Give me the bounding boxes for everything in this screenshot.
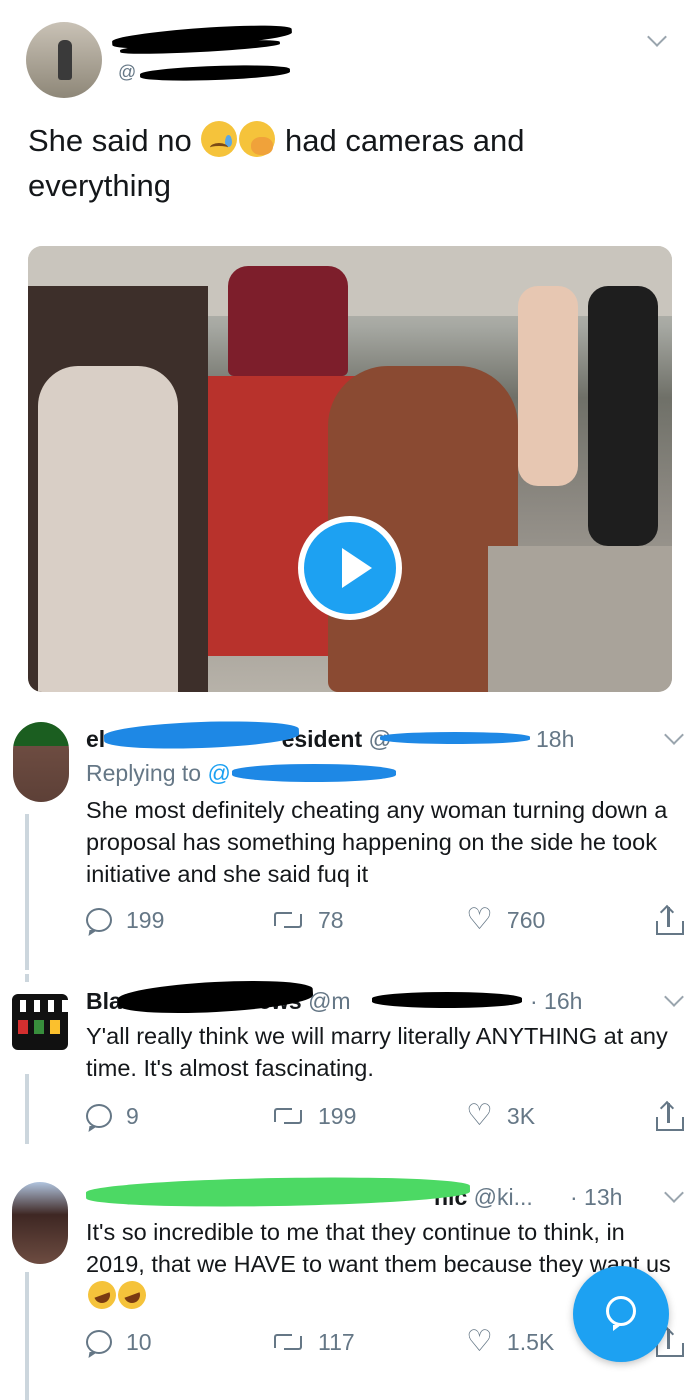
- retweet-action[interactable]: 78: [272, 900, 344, 940]
- handle-redaction: [232, 764, 396, 782]
- share-action[interactable]: [656, 900, 684, 940]
- crying-face-emoji: [201, 121, 238, 157]
- main-handle[interactable]: @: [118, 62, 136, 83]
- reply-time: · 16h: [530, 988, 583, 1014]
- reply-icon: [86, 1330, 112, 1354]
- handle-redaction: [372, 992, 522, 1008]
- retweet-icon: [272, 1331, 304, 1353]
- share-icon: [656, 904, 684, 935]
- retweet-icon: [272, 1105, 304, 1127]
- reply-time: 18h: [536, 726, 575, 752]
- reply-tweet[interactable]: el esident @ 18h Replying to @ She most …: [0, 712, 700, 970]
- compose-reply-button[interactable]: [573, 1266, 669, 1362]
- rolling-on-floor-laughing-emoji: [114, 1277, 150, 1313]
- thread-line: [25, 814, 29, 970]
- replying-to-handle[interactable]: @: [207, 760, 230, 786]
- reply-action[interactable]: 9: [86, 1096, 139, 1136]
- like-action[interactable]: ♡ 760: [466, 900, 545, 940]
- reply-icon: [86, 908, 112, 932]
- face-with-hand-over-mouth-emoji: [239, 121, 276, 157]
- heart-icon: ♡: [466, 1325, 493, 1358]
- reply-bubble-icon: [606, 1296, 636, 1331]
- heart-icon: ♡: [466, 1099, 493, 1132]
- reply-avatar[interactable]: [13, 722, 69, 802]
- replying-to: Replying to @: [86, 760, 231, 786]
- share-action[interactable]: [656, 1096, 684, 1136]
- main-tweet-text: She said no had cameras and everything: [28, 121, 525, 203]
- tweet-actions: 199 78 ♡ 760: [86, 900, 686, 940]
- reply-text: Y'all really think we will marry literal…: [86, 1023, 668, 1081]
- reply-text: She most definitely cheating any woman t…: [86, 797, 668, 887]
- tweet-actions: 9 199 ♡ 3K: [86, 1096, 686, 1136]
- heart-icon: ♡: [466, 903, 493, 936]
- thread-line: [25, 1272, 29, 1400]
- thread-line: [25, 974, 29, 982]
- reply-time: · 13h: [570, 1184, 623, 1210]
- chevron-down-icon[interactable]: [664, 1183, 684, 1203]
- reply-handle[interactable]: @m: [308, 988, 351, 1014]
- rolling-on-floor-laughing-emoji: [84, 1277, 120, 1313]
- reply-tweet[interactable]: Bla ews @m · 16h Y'all really think we w…: [0, 974, 700, 1144]
- retweet-action[interactable]: 199: [272, 1096, 356, 1136]
- play-button[interactable]: [298, 516, 402, 620]
- reply-avatar[interactable]: [12, 1182, 68, 1264]
- clapperboard-avatar[interactable]: [12, 994, 68, 1050]
- reply-display-name[interactable]: el: [86, 726, 105, 752]
- reply-display-name[interactable]: Bla: [86, 988, 122, 1014]
- reply-icon: [86, 1104, 112, 1128]
- handle-redaction: [380, 732, 530, 744]
- retweet-icon: [272, 909, 304, 931]
- like-action[interactable]: ♡ 1.5K: [466, 1322, 554, 1362]
- reply-action[interactable]: 199: [86, 900, 164, 940]
- like-action[interactable]: ♡ 3K: [466, 1096, 535, 1136]
- chevron-down-icon[interactable]: [664, 987, 684, 1007]
- main-avatar[interactable]: [26, 22, 102, 98]
- video-thumbnail[interactable]: [28, 246, 672, 692]
- share-icon: [656, 1100, 684, 1131]
- chevron-down-icon[interactable]: [664, 725, 684, 745]
- reply-handle[interactable]: @ki...: [474, 1184, 533, 1210]
- reply-action[interactable]: 10: [86, 1322, 152, 1362]
- thread-line: [25, 1074, 29, 1144]
- retweet-action[interactable]: 117: [272, 1322, 355, 1362]
- chevron-down-icon[interactable]: [647, 27, 667, 47]
- handle-redaction: [139, 63, 291, 83]
- main-tweet-header: @: [0, 0, 700, 110]
